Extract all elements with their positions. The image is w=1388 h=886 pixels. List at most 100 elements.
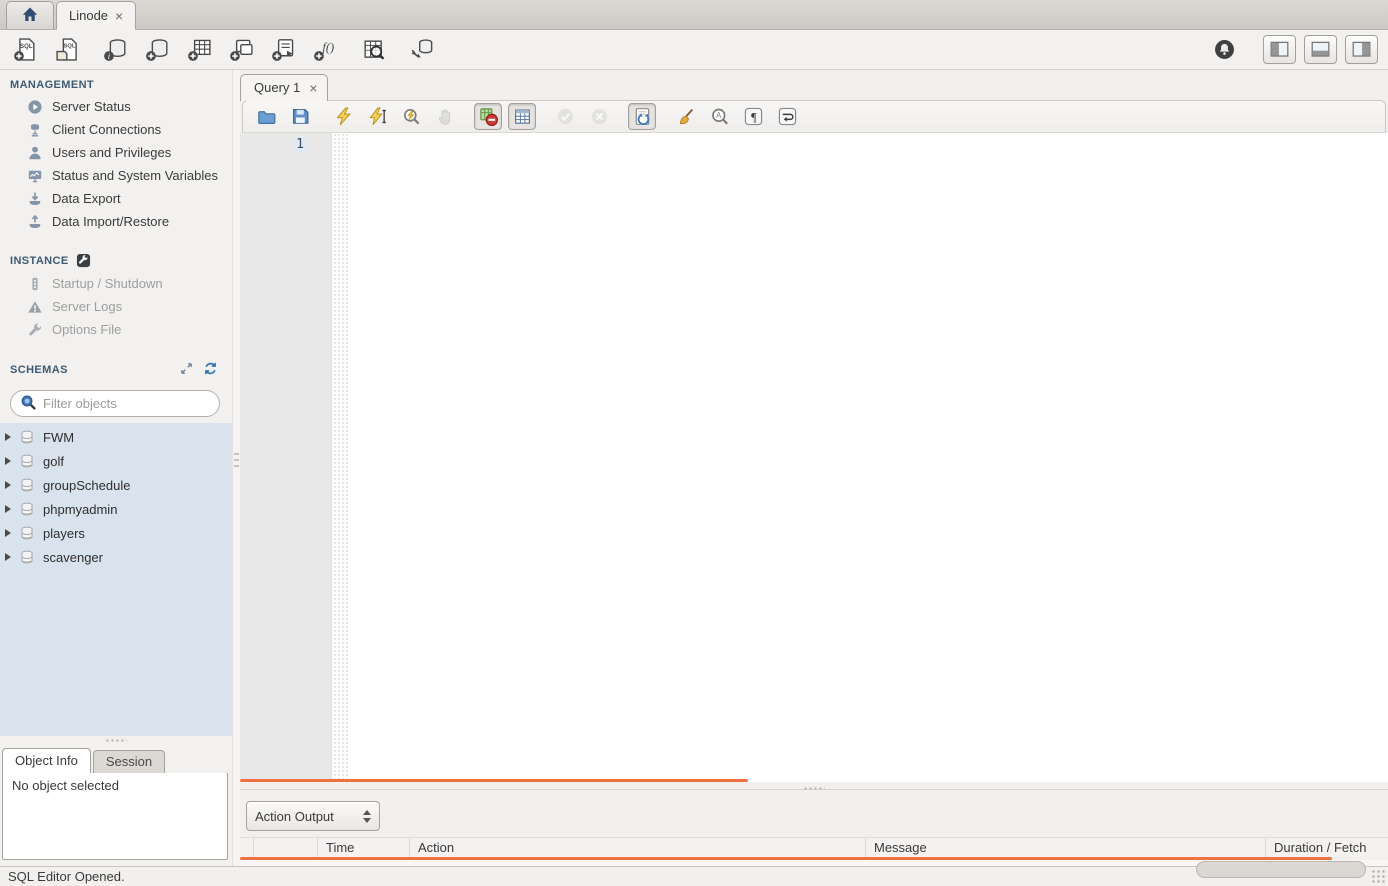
inspect-database-button[interactable]: i xyxy=(100,35,130,65)
sidebar-item-data-export[interactable]: Data Export xyxy=(0,187,232,210)
sidebar-item-data-import-restore[interactable]: Data Import/Restore xyxy=(0,210,232,233)
execute-statements-button[interactable] xyxy=(329,103,357,130)
schema-item-phpmyadmin[interactable]: phpmyadmin xyxy=(0,497,232,521)
query-tab-label: Query 1 xyxy=(254,80,300,95)
toggle-stop-on-error-button[interactable] xyxy=(474,103,502,130)
expand-arrow-icon[interactable] xyxy=(5,481,11,489)
home-tab[interactable] xyxy=(6,1,54,29)
sidebar-bottom-splitter[interactable] xyxy=(0,736,232,745)
create-schema-button[interactable] xyxy=(142,35,172,65)
window-resize-grip[interactable] xyxy=(1371,869,1386,884)
action-output-dropdown[interactable]: Action Output xyxy=(246,801,380,831)
schema-item-scavenger[interactable]: scavenger xyxy=(0,545,232,569)
management-section-header: MANAGEMENT xyxy=(0,70,232,95)
status-text: SQL Editor Opened. xyxy=(8,869,125,884)
vertical-splitter[interactable] xyxy=(232,70,240,866)
sidebar-item-label: Server Status xyxy=(52,99,131,114)
output-column-blank-0[interactable] xyxy=(240,838,254,857)
new-sql-tab-button[interactable]: SQL xyxy=(10,35,40,65)
instance-items: Startup / ShutdownServer LogsOptions Fil… xyxy=(0,272,232,341)
open-sql-script-button[interactable]: SQL xyxy=(52,35,82,65)
options-file-icon xyxy=(27,322,43,338)
output-column-blank-1[interactable] xyxy=(254,838,318,857)
sidebar-item-server-status[interactable]: Server Status xyxy=(0,95,232,118)
query-tab-1[interactable]: Query 1 × xyxy=(240,74,328,101)
output-panel: Action Output TimeActionMessageDuration … xyxy=(240,796,1388,866)
editor-output-splitter[interactable] xyxy=(240,782,1388,796)
create-function-button[interactable]: f() xyxy=(310,35,340,65)
output-column-duration-fetch[interactable]: Duration / Fetch xyxy=(1266,838,1388,857)
explain-statement-button[interactable] xyxy=(397,103,425,130)
expand-arrow-icon[interactable] xyxy=(5,529,11,537)
sidebar: MANAGEMENT Server Status Client Connectio… xyxy=(0,70,232,866)
startup-shutdown-icon xyxy=(27,276,43,292)
beautify-query-button[interactable] xyxy=(671,103,699,130)
expand-arrow-icon[interactable] xyxy=(5,505,11,513)
create-table-button[interactable] xyxy=(184,35,214,65)
workbench-alert-button[interactable] xyxy=(1209,35,1239,65)
svg-text:¶: ¶ xyxy=(751,110,757,124)
output-horizontal-scrollbar-thumb[interactable] xyxy=(1196,861,1366,878)
splitter-grip[interactable] xyxy=(803,786,825,791)
schema-item-groupschedule[interactable]: groupSchedule xyxy=(0,473,232,497)
toggle-left-sidebar-button[interactable] xyxy=(1263,35,1296,64)
output-column-message[interactable]: Message xyxy=(866,838,1266,857)
users-icon xyxy=(27,145,43,161)
connection-tab-linode[interactable]: Linode × xyxy=(56,1,136,30)
schema-name: players xyxy=(41,526,85,541)
close-icon[interactable]: × xyxy=(115,9,123,23)
schema-item-golf[interactable]: golf xyxy=(0,449,232,473)
toggle-bottom-panel-button[interactable] xyxy=(1304,35,1337,64)
sidebar-item-status-and-system-variables[interactable]: Status and System Variables xyxy=(0,164,232,187)
search-table-data-icon xyxy=(361,37,386,62)
tab-session[interactable]: Session xyxy=(93,750,165,773)
editor-text-area[interactable] xyxy=(348,133,1388,779)
save-script-button[interactable] xyxy=(286,103,314,130)
toggle-autocommit-button[interactable] xyxy=(628,103,656,130)
toggle-invisible-chars-button[interactable]: ¶ xyxy=(739,103,767,130)
schema-item-players[interactable]: players xyxy=(0,521,232,545)
reconnect-dbms-button[interactable] xyxy=(406,35,436,65)
panel-left-icon xyxy=(1270,40,1289,59)
limit-rows-button[interactable] xyxy=(508,103,536,130)
search-icon xyxy=(20,394,37,414)
main-toolbar-right xyxy=(1209,35,1378,65)
toggle-word-wrap-button[interactable] xyxy=(773,103,801,130)
open-sql-file-button[interactable] xyxy=(252,103,280,130)
expand-arrow-icon[interactable] xyxy=(5,457,11,465)
vertical-splitter-grip[interactable] xyxy=(234,453,239,469)
tab-object-info[interactable]: Object Info xyxy=(2,748,91,773)
sidebar-item-users-and-privileges[interactable]: Users and Privileges xyxy=(0,141,232,164)
rollback-button xyxy=(585,103,613,130)
expand-arrow-icon[interactable] xyxy=(5,433,11,441)
refresh-schemas-icon[interactable] xyxy=(203,361,218,379)
schema-item-fwm[interactable]: FWM xyxy=(0,425,232,449)
create-view-button[interactable] xyxy=(226,35,256,65)
toggle-right-sidebar-button[interactable] xyxy=(1345,35,1378,64)
expand-arrow-icon[interactable] xyxy=(5,553,11,561)
wrap-icon xyxy=(778,107,797,126)
svg-text:SQL: SQL xyxy=(63,44,75,50)
sidebar-item-label: Status and System Variables xyxy=(52,168,218,183)
home-icon xyxy=(20,4,40,27)
db-schema-icon xyxy=(19,501,35,517)
sidebar-item-server-logs: Server Logs xyxy=(0,295,232,318)
create-procedure-button[interactable] xyxy=(268,35,298,65)
sidebar-item-client-connections[interactable]: Client Connections xyxy=(0,118,232,141)
main-toolbar-left: SQL SQL i f() xyxy=(10,35,436,65)
output-column-action[interactable]: Action xyxy=(410,838,866,857)
main-panel: Query 1 × A¶ 1 Action Output xyxy=(240,70,1388,866)
find-button[interactable]: A xyxy=(705,103,733,130)
schema-filter-input[interactable] xyxy=(43,396,210,411)
client-connections-icon xyxy=(27,122,43,138)
editor-fold-margin xyxy=(333,133,348,779)
execute-current-statement-button[interactable] xyxy=(363,103,391,130)
sidebar-item-startup-shutdown: Startup / Shutdown xyxy=(0,272,232,295)
close-icon[interactable]: × xyxy=(309,81,317,95)
output-table-header: TimeActionMessageDuration / Fetch xyxy=(240,837,1388,857)
wrench-badge-icon xyxy=(76,253,91,268)
output-column-time[interactable]: Time xyxy=(318,838,410,857)
sidebar-item-label: Startup / Shutdown xyxy=(52,276,163,291)
search-table-data-button[interactable] xyxy=(358,35,388,65)
expand-schemas-icon[interactable] xyxy=(179,361,194,379)
